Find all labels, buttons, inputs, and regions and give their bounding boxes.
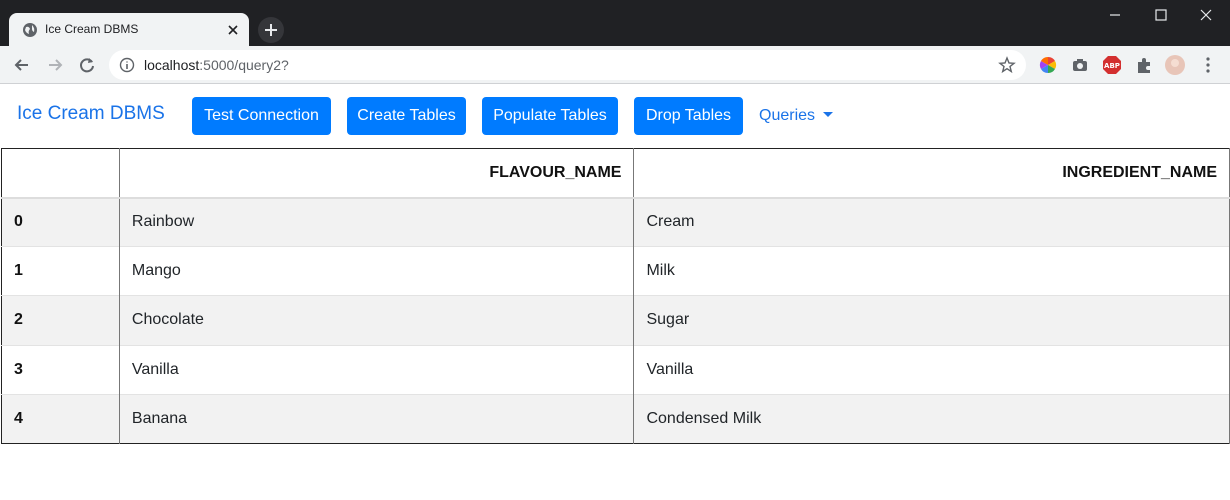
window-close-icon[interactable] (1195, 4, 1217, 26)
new-tab-button[interactable] (258, 17, 284, 43)
row-index: 3 (1, 344, 120, 395)
bookmark-star-icon[interactable] (998, 56, 1016, 74)
results-table: FLAVOUR_NAME INGREDIENT_NAME 0 Rainbow C… (1, 148, 1230, 444)
table-row: 1 Mango Milk (1, 246, 1230, 296)
svg-text:ABP: ABP (1104, 62, 1120, 70)
flavour-cell: Banana (119, 393, 635, 444)
flavour-cell: Chocolate (119, 295, 635, 346)
reload-icon[interactable] (76, 54, 98, 76)
browser-titlebar: Ice Cream DBMS (0, 0, 1230, 46)
flavour-cell: Mango (119, 246, 635, 296)
tab-title: Ice Cream DBMS (45, 22, 139, 36)
forward-icon[interactable] (44, 54, 66, 76)
back-icon[interactable] (11, 54, 33, 76)
browser-tab[interactable]: Ice Cream DBMS (9, 13, 249, 46)
table-header-row: FLAVOUR_NAME INGREDIENT_NAME (1, 148, 1230, 199)
flavour-cell: Rainbow (119, 196, 635, 247)
profile-avatar-icon[interactable] (1165, 55, 1185, 75)
column-header-ingredient: INGREDIENT_NAME (633, 148, 1230, 199)
table-row: 2 Chocolate Sugar (1, 295, 1230, 346)
test-connection-button[interactable]: Test Connection (192, 97, 331, 135)
camera-icon[interactable] (1070, 55, 1090, 75)
table-row: 0 Rainbow Cream (1, 196, 1230, 247)
close-tab-icon[interactable] (225, 22, 241, 38)
address-bar[interactable]: localhost:5000/query2? (109, 50, 1026, 80)
row-index: 0 (1, 196, 120, 247)
create-tables-button[interactable]: Create Tables (347, 97, 466, 135)
row-index: 4 (1, 393, 120, 444)
url-text[interactable]: localhost:5000/query2? (144, 57, 289, 73)
table-row: 4 Banana Condensed Milk (1, 393, 1230, 444)
color-picker-extension-icon[interactable] (1038, 55, 1058, 75)
info-icon[interactable] (119, 57, 135, 73)
row-index: 1 (1, 246, 120, 296)
queries-dropdown[interactable]: Queries (759, 107, 834, 125)
ingredient-cell: Vanilla (633, 344, 1230, 395)
globe-icon (23, 23, 37, 37)
maximize-icon[interactable] (1150, 4, 1172, 26)
queries-label: Queries (759, 107, 816, 124)
plus-icon (265, 24, 277, 36)
drop-tables-button[interactable]: Drop Tables (634, 97, 743, 135)
table-row: 3 Vanilla Vanilla (1, 344, 1230, 395)
ingredient-cell: Milk (633, 246, 1230, 296)
menu-kebab-icon[interactable] (1198, 55, 1218, 75)
adblock-plus-icon[interactable]: ABP (1102, 55, 1122, 75)
app-navbar: Ice Cream DBMS Test Connection Create Ta… (0, 84, 1230, 148)
column-header-flavour: FLAVOUR_NAME (119, 148, 635, 199)
minimize-icon[interactable] (1104, 4, 1126, 26)
extensions-puzzle-icon[interactable] (1134, 55, 1154, 75)
column-header-index (1, 148, 120, 199)
caret-down-icon (823, 112, 834, 117)
populate-tables-button[interactable]: Populate Tables (482, 97, 618, 135)
ingredient-cell: Cream (633, 196, 1230, 247)
browser-toolbar: localhost:5000/query2? ABP (0, 46, 1230, 84)
flavour-cell: Vanilla (119, 344, 635, 395)
brand-link[interactable]: Ice Cream DBMS (17, 103, 165, 125)
url-host: localhost (144, 57, 200, 73)
ingredient-cell: Condensed Milk (633, 393, 1230, 444)
url-path: :5000/query2? (199, 57, 289, 73)
row-index: 2 (1, 295, 120, 346)
page-content: Ice Cream DBMS Test Connection Create Ta… (0, 84, 1230, 500)
ingredient-cell: Sugar (633, 295, 1230, 346)
